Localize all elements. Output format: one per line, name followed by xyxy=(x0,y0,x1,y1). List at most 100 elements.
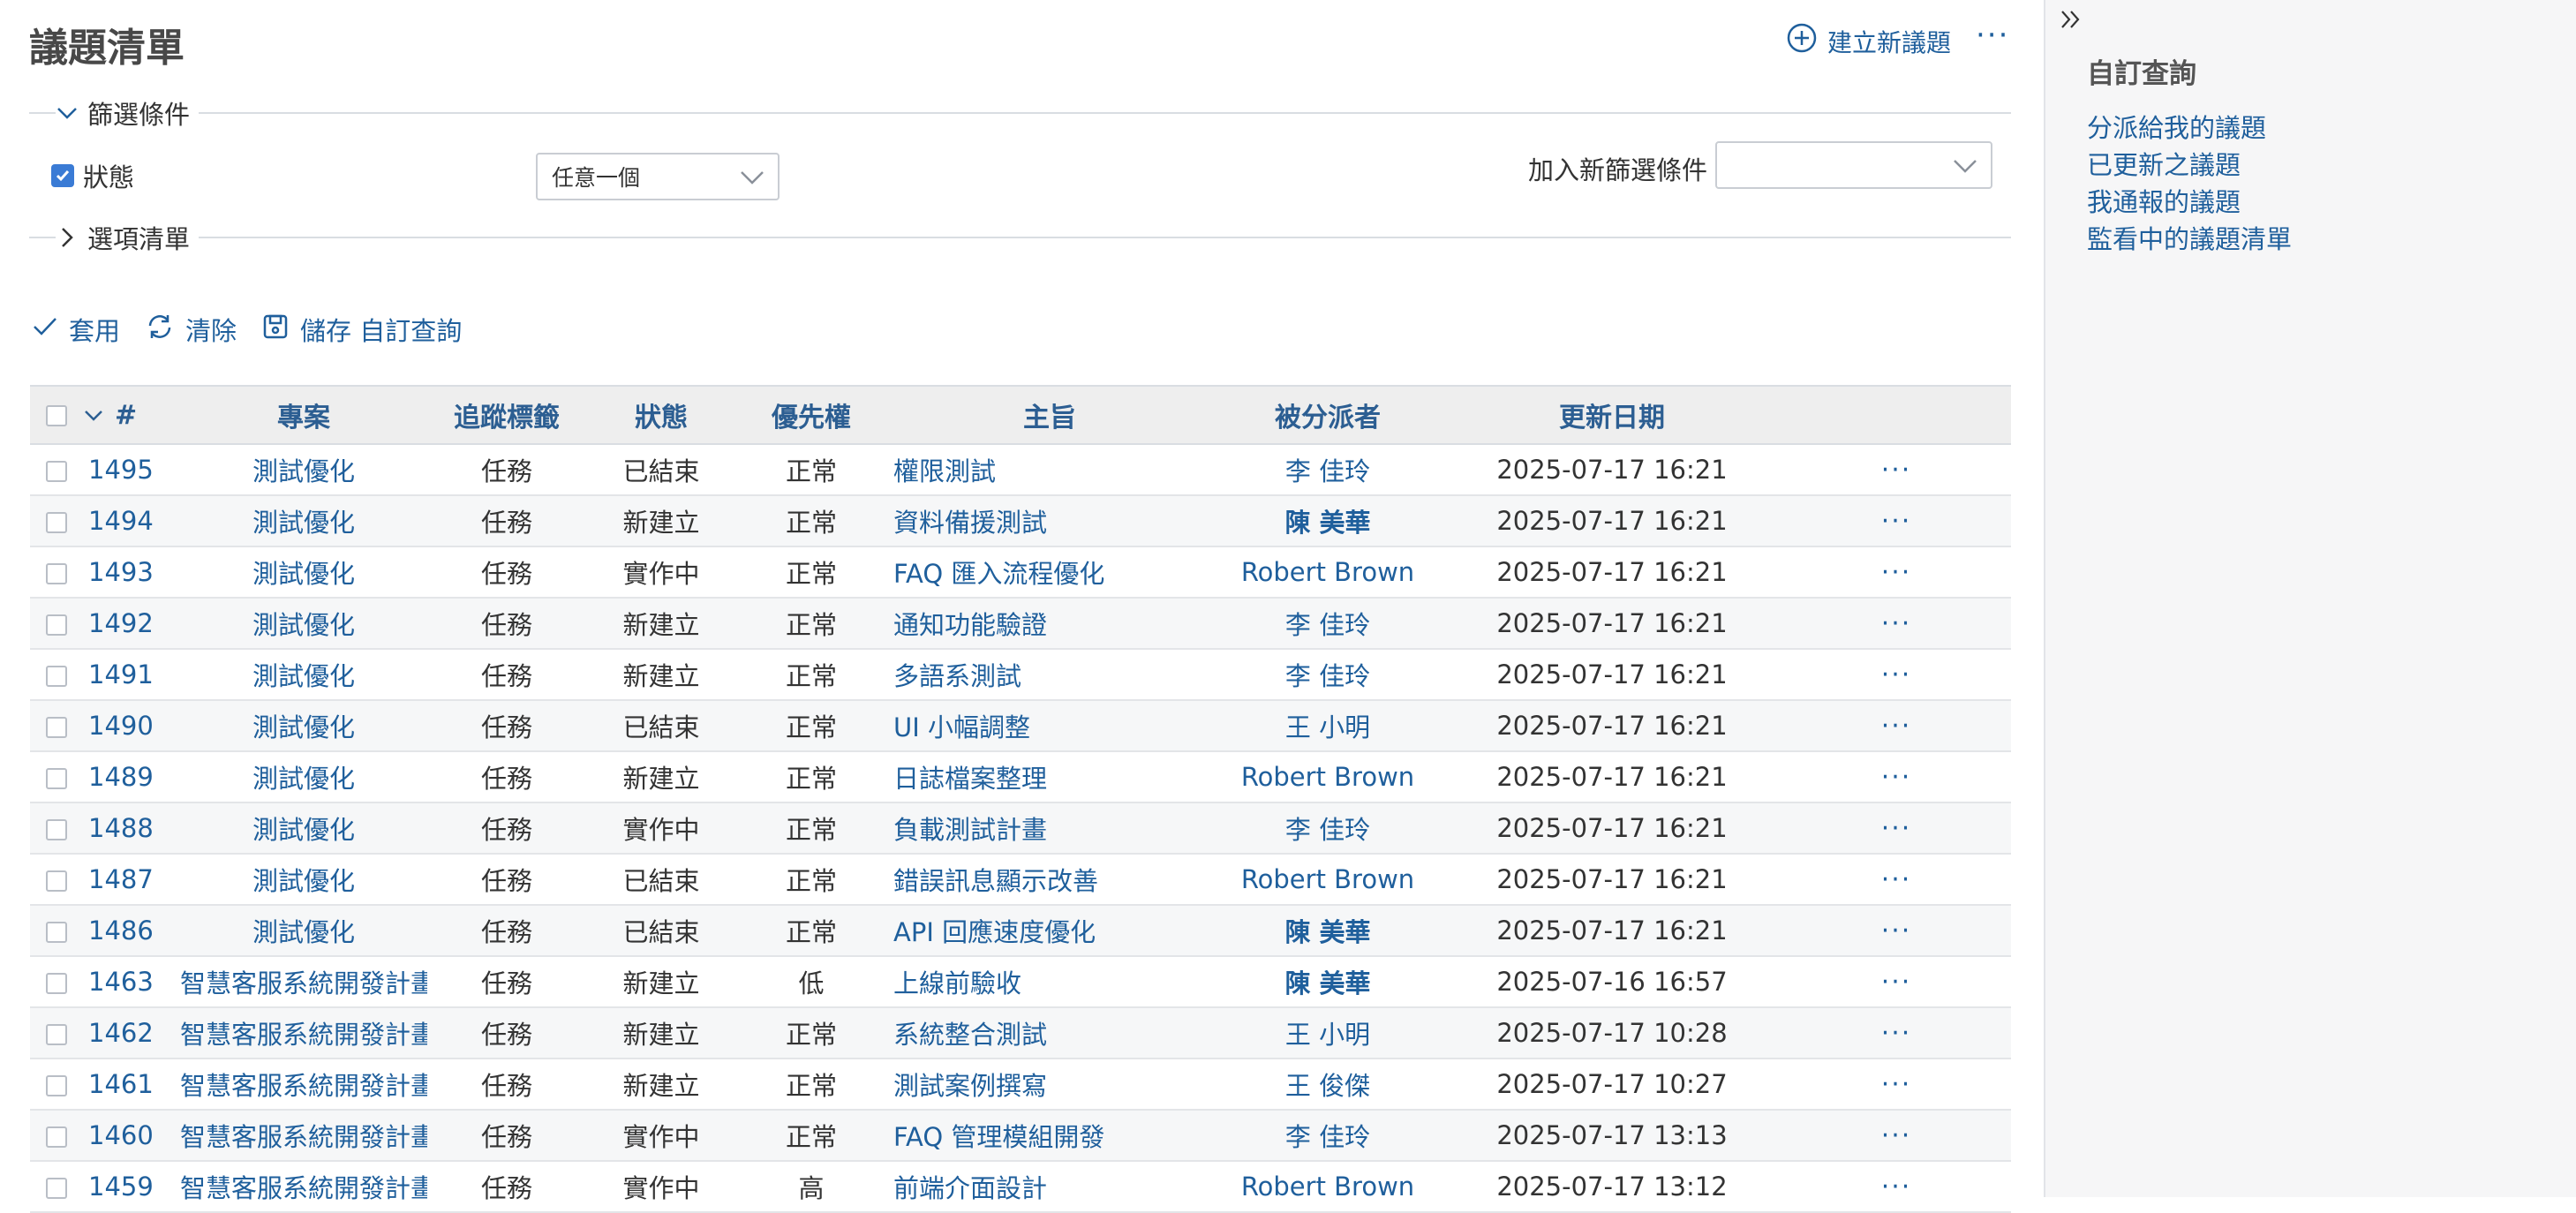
subject-link[interactable]: 權限測試 xyxy=(893,456,996,486)
assignee-link[interactable]: 李 佳玲 xyxy=(1285,661,1370,691)
assignee-link[interactable]: Robert Brown xyxy=(1241,864,1414,894)
issue-id-link[interactable]: 1491 xyxy=(88,659,154,689)
column-header-id[interactable]: # xyxy=(83,385,180,445)
row-checkbox[interactable] xyxy=(46,922,67,943)
project-link[interactable]: 測試優化 xyxy=(252,815,355,845)
row-checkbox[interactable] xyxy=(46,819,67,840)
issue-id-link[interactable]: 1486 xyxy=(88,915,154,946)
subject-link[interactable]: 錯誤訊息顯示改善 xyxy=(893,866,1098,896)
project-link[interactable]: 測試優化 xyxy=(252,712,355,742)
row-more-icon[interactable]: ··· xyxy=(1881,762,1912,793)
row-more-icon[interactable]: ··· xyxy=(1881,1018,1912,1049)
subject-link[interactable]: 資料備援測試 xyxy=(893,508,1047,538)
add-filter-select[interactable] xyxy=(1715,141,1992,189)
subject-link[interactable]: FAQ 匯入流程優化 xyxy=(893,559,1104,589)
row-more-icon[interactable]: ··· xyxy=(1881,915,1912,946)
table-row[interactable]: 1461 智慧客服系統開發計畫 任務 新建立 正常 測試案例撰寫 王 俊傑 2025-07-1… xyxy=(30,1059,2011,1111)
status-filter-checkbox[interactable] xyxy=(51,164,74,187)
table-row[interactable]: 1489 測試優化 任務 新建立 正常 日誌檔案整理 Robert Brown 2025-07… xyxy=(30,751,2011,803)
column-header-status[interactable]: 狀態 xyxy=(586,385,736,445)
column-header-assignee[interactable]: 被分派者 xyxy=(1213,385,1442,445)
assignee-link[interactable]: 王 小明 xyxy=(1285,712,1370,742)
select-all-checkbox[interactable] xyxy=(46,405,67,426)
assignee-link[interactable]: 李 佳玲 xyxy=(1285,1122,1370,1152)
column-header-updated[interactable]: 更新日期 xyxy=(1442,385,1781,445)
project-link[interactable]: 智慧客服系統開發計畫 xyxy=(180,1020,427,1050)
assignee-link[interactable]: Robert Brown xyxy=(1241,557,1414,587)
issue-id-link[interactable]: 1462 xyxy=(88,1018,154,1048)
row-checkbox[interactable] xyxy=(46,666,67,687)
sidebar-link-assigned-to-me[interactable]: 分派給我的議題 xyxy=(2087,109,2292,147)
sidebar-link-watched[interactable]: 監看中的議題清單 xyxy=(2087,221,2292,258)
column-header-tracker[interactable]: 追蹤標籤 xyxy=(427,385,586,445)
row-checkbox[interactable] xyxy=(46,512,67,533)
row-checkbox[interactable] xyxy=(46,768,67,789)
apply-button[interactable]: 套用 xyxy=(32,311,120,348)
subject-link[interactable]: 多語系測試 xyxy=(893,661,1021,691)
row-checkbox[interactable] xyxy=(46,973,67,994)
options-toggle[interactable]: 選項清單 xyxy=(56,219,200,256)
table-row[interactable]: 1460 智慧客服系統開發計畫 任務 實作中 正常 FAQ 管理模組開發 李 佳玲 2025-… xyxy=(30,1110,2011,1162)
project-link[interactable]: 智慧客服系統開發計畫 xyxy=(180,1173,427,1203)
issue-id-link[interactable]: 1493 xyxy=(88,557,154,587)
save-query-button[interactable]: 儲存 自訂查詢 xyxy=(261,311,462,348)
row-checkbox[interactable] xyxy=(46,563,67,584)
assignee-link[interactable]: 李 佳玲 xyxy=(1285,610,1370,640)
row-more-icon[interactable]: ··· xyxy=(1881,506,1912,537)
clear-button[interactable]: 清除 xyxy=(145,311,237,348)
table-row[interactable]: 1492 測試優化 任務 新建立 正常 通知功能驗證 李 佳玲 2025-07-17 16:2… xyxy=(30,598,2011,650)
column-header-priority[interactable]: 優先權 xyxy=(736,385,886,445)
issue-id-link[interactable]: 1460 xyxy=(88,1120,154,1150)
subject-link[interactable]: 負載測試計畫 xyxy=(893,815,1047,845)
row-more-icon[interactable]: ··· xyxy=(1881,864,1912,895)
assignee-link[interactable]: 王 俊傑 xyxy=(1285,1071,1370,1101)
assignee-link[interactable]: 陳 美華 xyxy=(1284,968,1370,998)
row-checkbox[interactable] xyxy=(46,1178,67,1199)
project-link[interactable]: 智慧客服系統開發計畫 xyxy=(180,968,427,998)
table-row[interactable]: 1494 測試優化 任務 新建立 正常 資料備援測試 陳 美華 2025-07-17 16:2… xyxy=(30,495,2011,547)
new-issue-button[interactable]: 建立新議題 xyxy=(1787,23,1951,59)
subject-link[interactable]: 上線前驗收 xyxy=(893,968,1021,998)
subject-link[interactable]: 通知功能驗證 xyxy=(893,610,1047,640)
subject-link[interactable]: 前端介面設計 xyxy=(893,1173,1047,1203)
assignee-link[interactable]: Robert Brown xyxy=(1241,762,1414,792)
subject-link[interactable]: 系統整合測試 xyxy=(893,1020,1047,1050)
project-link[interactable]: 測試優化 xyxy=(252,661,355,691)
issue-id-link[interactable]: 1487 xyxy=(88,864,154,894)
sidebar-link-reported-by-me[interactable]: 我通報的議題 xyxy=(2087,184,2292,221)
column-header-project[interactable]: 專案 xyxy=(180,385,427,445)
row-more-icon[interactable]: ··· xyxy=(1881,557,1912,588)
status-operator-select[interactable]: 任意一個 xyxy=(536,153,780,200)
issue-id-link[interactable]: 1495 xyxy=(88,455,154,485)
row-more-icon[interactable]: ··· xyxy=(1881,455,1912,486)
project-link[interactable]: 智慧客服系統開發計畫 xyxy=(180,1122,427,1152)
issue-id-link[interactable]: 1494 xyxy=(88,506,154,536)
row-checkbox[interactable] xyxy=(46,870,67,892)
project-link[interactable]: 測試優化 xyxy=(252,508,355,538)
subject-link[interactable]: 日誌檔案整理 xyxy=(893,764,1047,794)
table-row[interactable]: 1459 智慧客服系統開發計畫 任務 實作中高前端介面設計 Robert Brown 20… xyxy=(30,1161,2011,1213)
row-more-icon[interactable]: ··· xyxy=(1881,1069,1912,1100)
project-link[interactable]: 測試優化 xyxy=(252,917,355,947)
issue-id-link[interactable]: 1489 xyxy=(88,762,154,792)
row-more-icon[interactable]: ··· xyxy=(1881,1172,1912,1202)
row-checkbox[interactable] xyxy=(46,1126,67,1148)
row-checkbox[interactable] xyxy=(46,717,67,738)
table-row[interactable]: 1463 智慧客服系統開發計畫 任務 新建立低上線前驗收 陳 美華 2025-07-16 … xyxy=(30,956,2011,1008)
table-row[interactable]: 1491 測試優化 任務 新建立 正常 多語系測試 李 佳玲 2025-07-17 16:21… xyxy=(30,649,2011,701)
filters-toggle[interactable]: 篩選條件 xyxy=(56,94,200,132)
assignee-link[interactable]: 李 佳玲 xyxy=(1285,456,1370,486)
issue-id-link[interactable]: 1492 xyxy=(88,608,154,638)
assignee-link[interactable]: 王 小明 xyxy=(1285,1020,1370,1050)
table-row[interactable]: 1462 智慧客服系統開發計畫 任務 新建立 正常 系統整合測試 王 小明 2025-07-1… xyxy=(30,1007,2011,1059)
assignee-link[interactable]: 李 佳玲 xyxy=(1285,815,1370,845)
row-more-icon[interactable]: ··· xyxy=(1881,967,1912,998)
table-row[interactable]: 1486 測試優化 任務 已結束 正常 API 回應速度優化 陳 美華 2025-07-17 … xyxy=(30,905,2011,957)
project-link[interactable]: 測試優化 xyxy=(252,559,355,589)
table-row[interactable]: 1487 測試優化 任務 已結束 正常 錯誤訊息顯示改善 Robert Brown 2025-… xyxy=(30,854,2011,906)
issue-id-link[interactable]: 1463 xyxy=(88,967,154,997)
issue-id-link[interactable]: 1488 xyxy=(88,813,154,843)
subject-link[interactable]: 測試案例撰寫 xyxy=(893,1071,1047,1101)
row-checkbox[interactable] xyxy=(46,461,67,482)
issue-id-link[interactable]: 1461 xyxy=(88,1069,154,1099)
